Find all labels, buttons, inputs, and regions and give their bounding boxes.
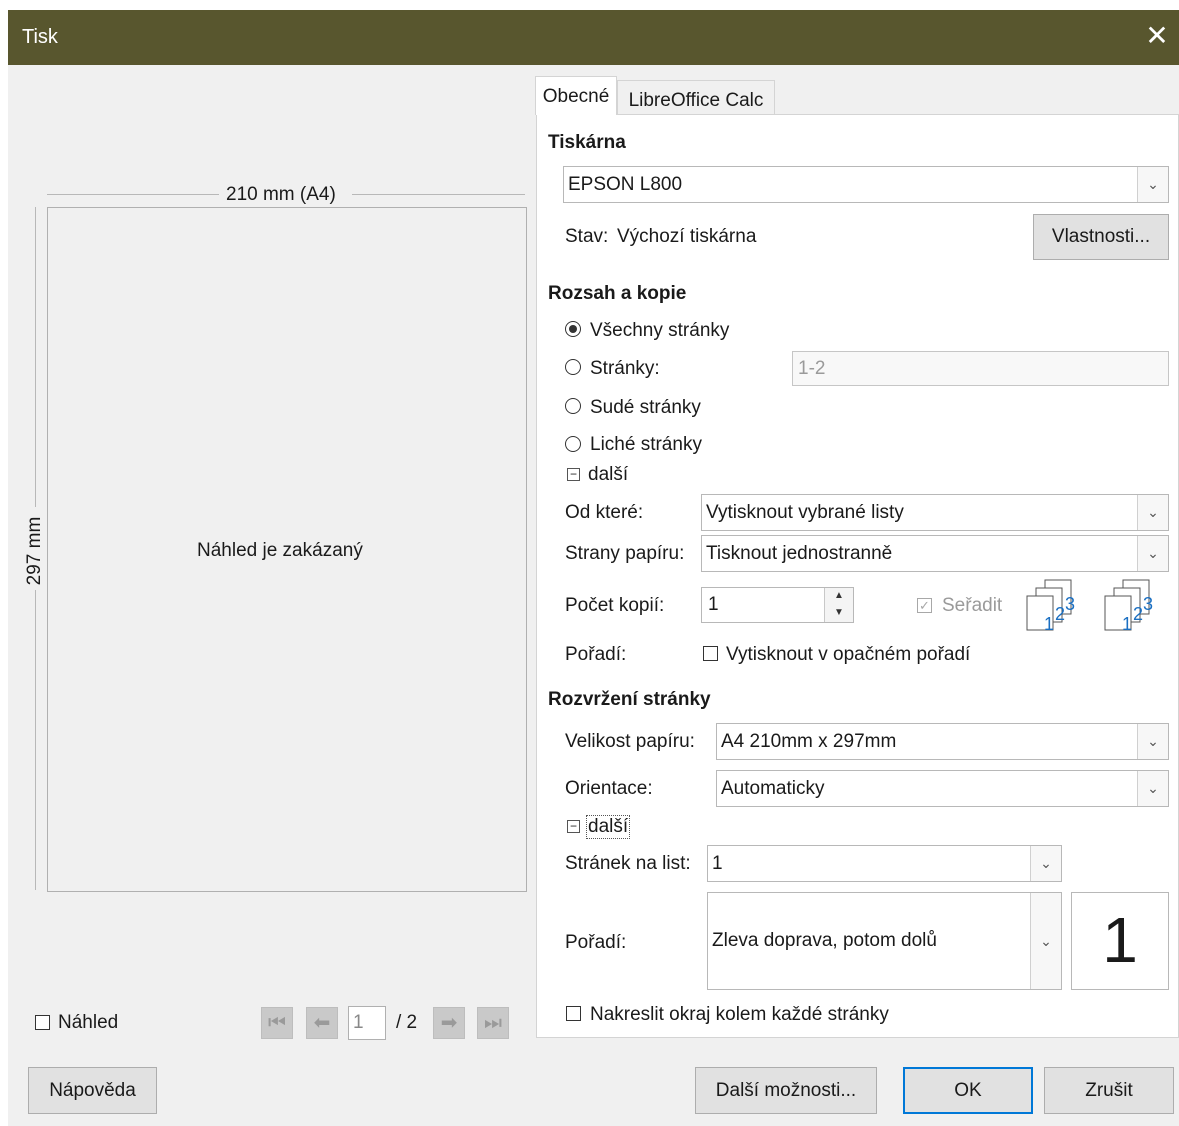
range-section-title: Rozsah a kopie [548,283,687,304]
svg-text:2: 2 [1133,604,1143,624]
pages-radio[interactable] [565,359,581,375]
window-title: Tisk [22,26,58,48]
title-bar: Tisk ✕ [8,10,1179,65]
tab-calc-label: LibreOffice Calc [628,90,764,111]
page-total-label: / 2 [396,1012,418,1033]
chevron-down-icon: ⌄ [1137,771,1168,806]
from-which-value: Vytisknout vybrané listy [706,502,904,523]
reverse-order-label[interactable]: Vytisknout v opačném pořadí [726,644,970,666]
chevron-down-icon: ⌄ [1030,846,1061,881]
paper-sides-label: Strany papíru: [565,543,685,564]
chevron-down-icon: ⌄ [1137,495,1168,530]
draw-border-label[interactable]: Nakreslit okraj kolem každé stránky [590,1004,889,1026]
preview-disabled-message: Náhled je zakázaný [197,540,363,561]
svg-text:1: 1 [1044,614,1054,634]
printer-status-value: Výchozí tiskárna [617,226,757,247]
even-pages-label[interactable]: Sudé stránky [590,397,701,419]
from-which-select[interactable]: Vytisknout vybrané listy ⌄ [701,494,1169,531]
paper-sides-select[interactable]: Tisknout jednostranně ⌄ [701,535,1169,572]
collated-pages-icon: 3 2 1 [1104,579,1153,634]
preview-height-label: 297 mm [24,516,45,586]
more-options-button[interactable]: Další možnosti... [695,1067,877,1114]
page-number-input[interactable]: 1 [348,1006,386,1040]
paper-sides-value: Tisknout jednostranně [706,543,893,564]
collate-checkbox[interactable]: ✓ [917,598,932,613]
cancel-button[interactable]: Zrušit [1044,1067,1174,1114]
copies-label: Počet kopií: [565,595,665,616]
printer-properties-button[interactable]: Vlastnosti... [1033,214,1169,260]
svg-text:1: 1 [1122,614,1132,634]
spin-up-icon[interactable]: ▲ [825,588,853,605]
pages-label[interactable]: Stránky: [590,358,660,380]
layout-section-title: Rozvržení stránky [548,689,711,710]
orientation-select[interactable]: Automaticky ⌄ [716,770,1169,807]
orientation-label: Orientace: [565,778,653,799]
width-dimension-line [352,194,525,195]
pages-per-sheet-select[interactable]: 1 ⌄ [707,845,1062,882]
width-dimension-line [47,194,219,195]
svg-text:3: 3 [1065,594,1075,614]
collapse-icon[interactable]: − [567,820,580,833]
paper-size-select[interactable]: A4 210mm x 297mm ⌄ [716,723,1169,760]
height-dimension-line [35,590,36,890]
printer-section-title-text: Tiskárna [548,132,626,153]
copies-spinner[interactable]: 1 ▲ ▼ [701,587,854,623]
svg-text:2: 2 [1055,604,1065,624]
ok-button[interactable]: OK [903,1067,1033,1114]
range-more-toggle[interactable]: další [588,464,628,486]
print-order-label: Pořadí: [565,644,627,665]
copies-value: 1 [708,594,719,615]
pages-per-sheet-label: Stránek na list: [565,853,691,874]
layout-order-value: Zleva doprava, potom dolů [712,930,937,951]
draw-border-checkbox[interactable] [566,1006,581,1021]
tab-general-label: Obecné [542,86,610,107]
odd-pages-radio[interactable] [565,436,581,452]
printer-select[interactable]: EPSON L800 ⌄ [563,166,1169,203]
previous-page-icon[interactable]: ⬅ [306,1007,338,1039]
pages-per-sheet-value: 1 [712,853,723,874]
close-icon[interactable]: ✕ [1141,20,1173,52]
chevron-down-icon: ⌄ [1137,167,1168,202]
first-page-icon[interactable]: ⏮ [261,1007,293,1039]
chevron-down-icon: ⌄ [1030,893,1061,989]
collated-pages-icon: 3 2 1 [1026,579,1075,634]
tab-general[interactable]: Obecné [535,76,617,115]
printer-selected-value: EPSON L800 [568,174,683,195]
orientation-value: Automaticky [721,778,825,799]
spin-down-icon[interactable]: ▼ [825,605,853,622]
svg-text:3: 3 [1143,594,1153,614]
page-order-preview: 1 [1071,892,1169,990]
help-button[interactable]: Nápověda [28,1067,157,1114]
last-page-icon[interactable]: ⏭ [477,1007,509,1039]
even-pages-radio[interactable] [565,398,581,414]
reverse-order-checkbox[interactable] [703,646,718,661]
pages-range-input[interactable]: 1-2 [792,351,1169,386]
next-page-icon[interactable]: ➡ [433,1007,465,1039]
layout-order-select[interactable]: Zleva doprava, potom dolů ⌄ [707,892,1062,990]
collate-label[interactable]: Seřadit [942,595,1002,617]
printer-status-label: Stav: [565,226,609,247]
from-which-label: Od které: [565,502,644,523]
paper-size-value: A4 210mm x 297mm [721,731,897,752]
layout-order-label: Pořadí: [565,932,627,953]
preview-width-label: 210 mm (A4) [226,184,336,205]
tab-libreoffice-calc[interactable]: LibreOffice Calc [617,80,775,117]
show-preview-label[interactable]: Náhled [58,1012,118,1034]
height-dimension-line [35,207,36,507]
all-pages-label[interactable]: Všechny stránky [590,320,729,342]
chevron-down-icon: ⌄ [1137,536,1168,571]
all-pages-radio[interactable] [565,321,581,337]
odd-pages-label[interactable]: Liché stránky [590,434,702,456]
show-preview-checkbox[interactable] [35,1015,50,1030]
chevron-down-icon: ⌄ [1137,724,1168,759]
layout-more-toggle[interactable]: další [586,815,631,839]
paper-size-label: Velikost papíru: [565,731,695,752]
collapse-icon[interactable]: − [567,468,580,481]
